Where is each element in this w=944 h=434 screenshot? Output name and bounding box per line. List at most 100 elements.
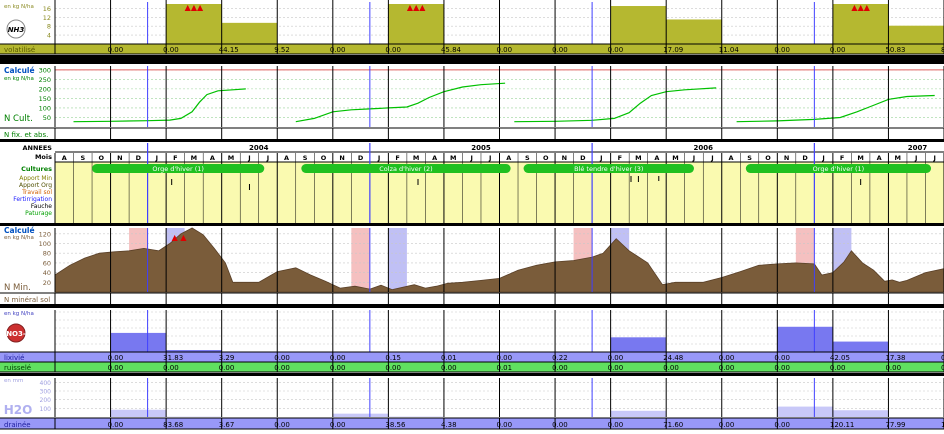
overflow-marker: ▲▲▲ — [851, 3, 870, 12]
ruissele-row-value: 0.00 — [385, 364, 401, 372]
month-label: J — [470, 154, 473, 162]
year-label: 2005 — [471, 144, 491, 152]
nh3-row-value: 0.00 — [385, 46, 401, 54]
no3-row-value: 3.29 — [219, 354, 235, 362]
ruissele-row-value: 0.00 — [163, 364, 179, 372]
no3-bar — [777, 327, 833, 352]
y-tick-label: 12 — [43, 14, 51, 22]
y-tick-label: 4 — [47, 32, 51, 40]
month-label: F — [395, 154, 399, 162]
month-label: N — [339, 154, 344, 162]
no3-row-value: 0.15 — [385, 354, 401, 362]
y-tick-label: 80 — [43, 250, 51, 258]
h2o-row-value: 120.11 — [830, 421, 855, 429]
month-label: A — [432, 154, 437, 162]
y-tick-label: 400 — [40, 380, 52, 387]
panel-separator — [0, 304, 944, 308]
h2o-row-value: 0.00 — [330, 421, 346, 429]
no3-row-value: 0.00 — [330, 354, 346, 362]
h2o-row-value: 0.00 — [719, 421, 735, 429]
nh3-row-band — [0, 44, 944, 54]
year-label: 2007 — [908, 144, 928, 152]
ruissele-row-value: 0.00 — [663, 364, 679, 372]
ruissele-row-value: 0.01 — [497, 364, 513, 372]
month-label: A — [728, 154, 733, 162]
unit-label: en kg N/ha — [4, 4, 34, 10]
month-label: O — [321, 154, 327, 162]
h2o-bar — [111, 410, 167, 417]
month-label: N — [562, 154, 567, 162]
month-label: M — [191, 154, 197, 162]
nh3-bar — [611, 6, 667, 44]
tableau-de-bord-azote: 161284en kg N/haNH3▲▲▲▲▲▲▲▲▲volatilisé0.… — [0, 0, 944, 430]
nh3-row-value: 0.00 — [830, 46, 846, 54]
nh3-row-value: 0.00 — [774, 46, 790, 54]
no3-badge: NO3- — [6, 330, 26, 338]
year-label: 2006 — [693, 144, 713, 152]
month-label: D — [136, 154, 142, 162]
month-label: J — [692, 154, 695, 162]
ruissele-row-value: 0.00 — [885, 364, 901, 372]
h2o-bar — [833, 410, 889, 417]
h2o-row-value: 3.67 — [219, 421, 235, 429]
month-label: S — [303, 154, 308, 162]
month-label: F — [173, 154, 177, 162]
no3-bar — [833, 342, 889, 352]
ruissele-row-value: 0.00 — [774, 364, 790, 372]
h2o-row-value: 0.00 — [608, 421, 624, 429]
calendar-row-label: Fauche — [31, 203, 52, 210]
month-label: F — [840, 154, 844, 162]
y-tick-label: 40 — [43, 269, 51, 277]
h2o-row-band — [0, 418, 944, 429]
unit-label: en mm — [4, 378, 23, 384]
y-tick-label: 16 — [43, 5, 51, 13]
month-label: J — [821, 154, 824, 162]
nh3-bar — [222, 23, 278, 44]
nh3-row-value: 9.52 — [274, 46, 290, 54]
ncult-row-band — [0, 128, 944, 139]
overflow-marker: ▲▲▲ — [185, 3, 204, 12]
h2o-row-value: 0.00 — [274, 421, 290, 429]
unit-label: en kg N/ha — [4, 235, 34, 241]
month-label: A — [210, 154, 215, 162]
h2o-bar — [777, 407, 833, 417]
unit-label: en kg N/ha — [4, 311, 34, 317]
crop-label: Colza d'hiver (2) — [379, 165, 432, 173]
calendar-row-label: Travail sol — [21, 189, 52, 196]
h2o-row-value: 0.00 — [108, 421, 124, 429]
nmin-title: Calculé — [4, 226, 35, 235]
h2o-row-value: 0.00 — [497, 421, 513, 429]
ruissele-row-value: 0.00 — [219, 364, 235, 372]
h2o-bar — [333, 414, 389, 417]
month-label: M — [228, 154, 234, 162]
month-label: M — [672, 154, 678, 162]
nh3-row-value: 0.00 — [163, 46, 179, 54]
chart-canvas: 161284en kg N/haNH3▲▲▲▲▲▲▲▲▲volatilisé0.… — [0, 0, 944, 430]
no3-bar — [111, 333, 167, 352]
h2o-badge: H2O — [4, 403, 33, 417]
panel-separator — [0, 223, 944, 226]
h2o-row-value: 0.00 — [774, 421, 790, 429]
month-label: D — [580, 154, 586, 162]
month-label: S — [525, 154, 530, 162]
h2o-row-label: drainée — [4, 421, 31, 429]
no3-row-value: 0.00 — [719, 354, 735, 362]
y-tick-label: 150 — [39, 95, 51, 103]
nh3-row-value: 0.00 — [552, 46, 568, 54]
month-label: O — [543, 154, 549, 162]
month-label: O — [99, 154, 105, 162]
nmin-row-band — [0, 293, 944, 304]
no3-row-value: 0.00 — [608, 354, 624, 362]
h2o-row-value: 0.00 — [552, 421, 568, 429]
month-label: J — [914, 154, 917, 162]
month-label: O — [765, 154, 771, 162]
nh3-row-value: 0.00 — [330, 46, 346, 54]
month-label: J — [488, 154, 491, 162]
month-label: M — [894, 154, 900, 162]
ruissele-row-label: ruisselé — [4, 364, 31, 372]
ruissele-row-value: 0.00 — [830, 364, 846, 372]
month-label: A — [506, 154, 511, 162]
y-tick-label: 250 — [39, 76, 51, 84]
y-tick-label: 200 — [40, 397, 52, 404]
month-label: A — [284, 154, 289, 162]
